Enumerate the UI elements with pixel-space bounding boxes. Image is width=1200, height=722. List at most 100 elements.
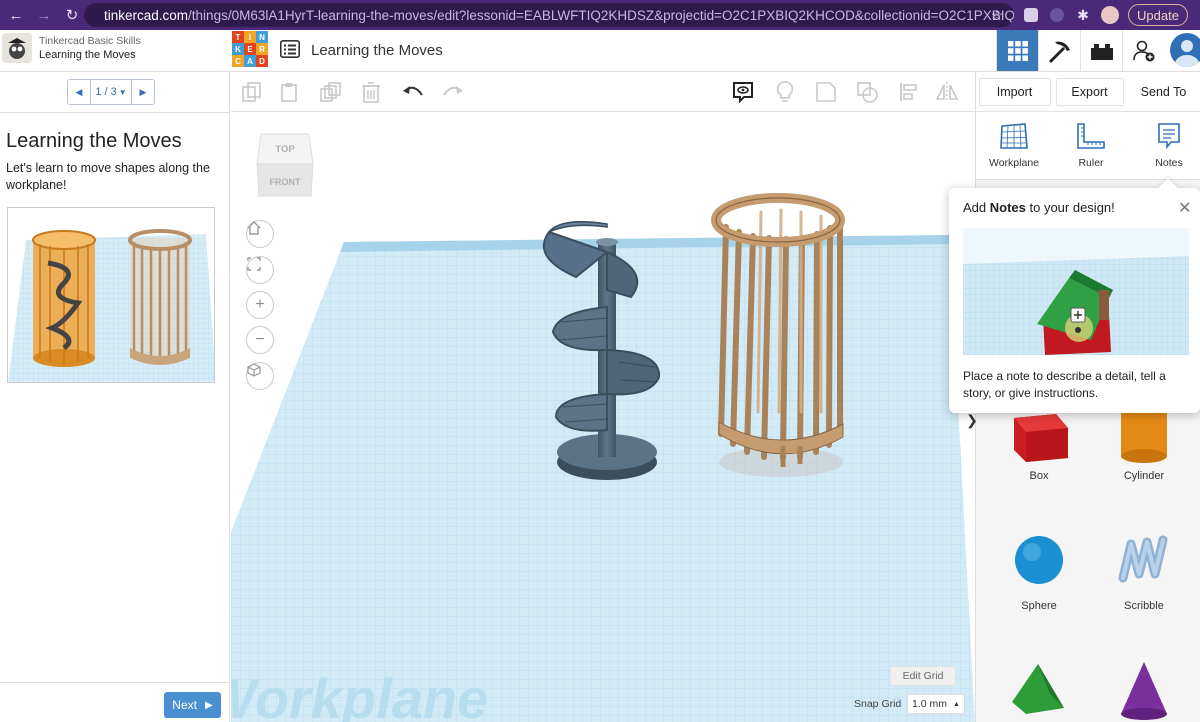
box-label: Box [1029, 470, 1049, 482]
send-to-button[interactable]: Send To [1128, 77, 1199, 106]
design-title[interactable]: Learning the Moves [311, 42, 443, 59]
add-user-icon[interactable] [1122, 30, 1164, 71]
undo-icon[interactable] [400, 79, 426, 105]
mirror-icon[interactable] [934, 79, 960, 105]
logo-letter: A [244, 55, 256, 67]
scribble-label: Scribble [1124, 600, 1164, 612]
roof-shape-icon [1012, 664, 1064, 714]
snap-grid-select[interactable]: 1.0 mm ▲ [907, 694, 965, 714]
edit-toolbar [231, 72, 975, 112]
course-title: Tinkercad Basic Skills [39, 35, 141, 47]
shape-box[interactable]: Box [994, 406, 1084, 482]
zoom-out-icon[interactable]: − [246, 326, 274, 354]
lesson-wood-cylinder [128, 229, 192, 365]
workplane-tool[interactable]: Workplane [979, 122, 1049, 169]
shape-roof[interactable] [994, 658, 1084, 722]
logo-letter: T [232, 31, 244, 43]
edit-grid-button[interactable]: Edit Grid [890, 666, 956, 686]
divider [0, 112, 230, 113]
view-cube-front-label: FRONT [270, 177, 301, 187]
lesson-badge-icon [2, 33, 32, 63]
workplane-viewport[interactable]: Workplane TOP FRONT + − Edit Grid Snap G… [231, 112, 975, 722]
url-host: tinkercad.com [104, 7, 189, 23]
import-button[interactable]: Import [978, 77, 1051, 106]
star-icon[interactable]: ☆ [987, 5, 1007, 25]
pickaxe-icon[interactable] [1038, 30, 1080, 71]
notes-tool-label: Notes [1155, 157, 1183, 169]
step-indicator: 1 / 3 [95, 86, 117, 98]
cylinder-shape-icon [1121, 406, 1167, 463]
view-cube-top-label: TOP [275, 144, 295, 155]
address-bar[interactable]: tinkercad.com/things/0M63lA1HyrT-learnin… [84, 3, 1014, 27]
ruler-icon [1077, 123, 1105, 149]
notes-tooltip-popup: Add Notes to your design! ✕ Place a note… [949, 178, 1200, 413]
fit-view-icon[interactable] [246, 256, 274, 284]
puzzle-icon[interactable]: ✱ [1073, 5, 1093, 25]
perspective-icon[interactable] [246, 362, 274, 390]
lesson-orange-cylinder [32, 230, 96, 367]
update-button[interactable]: Update [1128, 4, 1188, 26]
lesson-description: Let's learn to move shapes along the wor… [6, 161, 210, 192]
snap-grid-label: Snap Grid [854, 698, 902, 710]
redo-icon[interactable] [440, 79, 466, 105]
design-list-icon[interactable] [280, 40, 300, 58]
app-header: Tinkercad Basic Skills Learning the Move… [0, 30, 1200, 72]
next-label: Next [172, 698, 197, 712]
notes-toggle-icon[interactable] [730, 79, 756, 105]
view-cube[interactable]: TOP FRONT [255, 130, 315, 202]
forward-icon[interactable]: → [32, 3, 56, 27]
cone-shape-icon [1121, 662, 1167, 720]
popup-body: Place a note to describe a detail, tell … [963, 369, 1166, 400]
copy-icon[interactable] [239, 79, 265, 105]
workplane-icon [1000, 123, 1028, 149]
shape-scribble[interactable]: Scribble [1099, 530, 1189, 612]
tinkercad-logo[interactable]: T I N K E R C A D [232, 31, 268, 67]
avatar[interactable] [1170, 33, 1200, 67]
paste-icon[interactable] [277, 79, 303, 105]
box-shape-icon [1014, 414, 1068, 462]
divider [0, 682, 230, 683]
extension-circle-icon[interactable] [1047, 5, 1067, 25]
scribble-shape-icon [1118, 535, 1168, 583]
brick-icon[interactable] [1080, 30, 1122, 71]
zoom-in-icon[interactable]: + [246, 291, 274, 319]
ungroup-icon[interactable] [854, 79, 880, 105]
next-step-icon[interactable]: ▶ [132, 80, 154, 104]
next-button[interactable]: Next ▶ [164, 692, 221, 718]
extension-icon[interactable] [1021, 5, 1041, 25]
shape-cylinder[interactable]: Cylinder [1099, 406, 1189, 482]
duplicate-icon[interactable] [317, 79, 343, 105]
ruler-tool[interactable]: Ruler [1056, 122, 1126, 169]
chevron-right-icon: ▶ [204, 699, 213, 711]
lightbulb-icon[interactable] [772, 79, 798, 105]
reload-icon[interactable]: ↻ [60, 3, 84, 27]
chevron-up-icon: ▲ [953, 700, 960, 708]
logo-letter: R [256, 43, 268, 55]
close-icon[interactable]: ✕ [1178, 198, 1191, 218]
back-icon[interactable]: ← [4, 3, 28, 27]
home-view-icon[interactable] [246, 220, 274, 248]
prev-step-icon[interactable]: ◀ [68, 80, 90, 104]
chevron-down-icon: ▼ [118, 87, 127, 97]
3d-design-tab-icon[interactable] [996, 30, 1038, 71]
sphere-shape-icon [1015, 536, 1063, 584]
shape-cone[interactable] [1099, 658, 1189, 722]
step-select[interactable]: 1 / 3 ▼ [90, 80, 132, 104]
delete-icon[interactable] [358, 79, 384, 105]
profile-icon[interactable] [1100, 5, 1120, 25]
notes-illustration [963, 228, 1189, 355]
lesson-pager: ◀ 1 / 3 ▼ ▶ [67, 79, 155, 105]
browser-toolbar: ← → ↻ tinkercad.com/things/0M63lA1HyrT-l… [0, 0, 1200, 30]
notes-tool[interactable]: Notes [1134, 122, 1200, 169]
shape-sphere[interactable]: Sphere [994, 530, 1084, 612]
align-icon[interactable] [896, 79, 922, 105]
lesson-panel: ◀ 1 / 3 ▼ ▶ Learning the Moves Let's lear… [0, 72, 230, 722]
sphere-label: Sphere [1021, 600, 1057, 612]
logo-letter: N [256, 31, 268, 43]
workplane-watermark: Workplane [231, 667, 488, 722]
export-button[interactable]: Export [1055, 77, 1124, 106]
group-icon[interactable] [813, 79, 839, 105]
logo-letter: K [232, 43, 244, 55]
logo-letter: E [244, 43, 256, 55]
popup-title: Add Notes to your design! [963, 200, 1115, 215]
